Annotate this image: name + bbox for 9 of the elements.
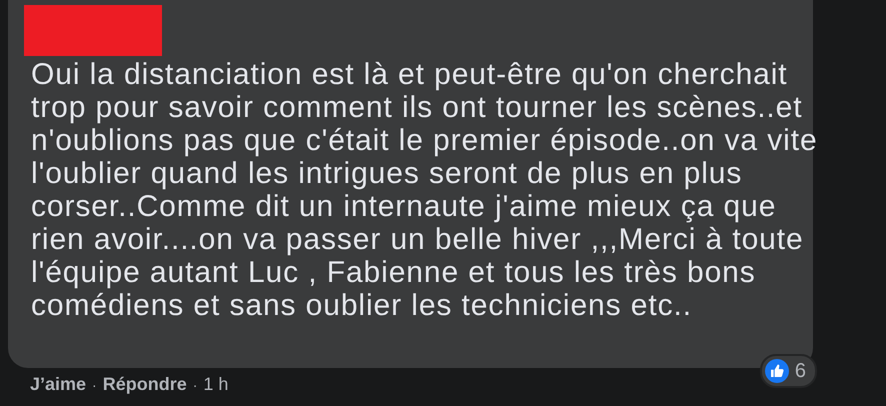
timestamp: 1 h bbox=[203, 374, 228, 395]
reaction-badge[interactable]: 6 bbox=[760, 354, 817, 388]
separator-dot: · bbox=[92, 376, 97, 392]
thumbs-up-icon bbox=[764, 359, 789, 383]
reaction-count: 6 bbox=[794, 360, 806, 382]
comment-text: Oui la distanciation est là et peut-être qu'on cherchait trop pour savoir comment ils ont tourner les scènes..et n'oublions pas que c'était le premier épisode..on va vite l'oublier quand les intrigues seront de plus en plus corser..Comme dit un internaute j'aime mieux ça que rien avoir....on va passer un belle hiver ,,,Merci à toute l'équipe autant Luc , Fabienne et tous les très bons comédiens et sans oublier les techniciens etc.. bbox=[30, 58, 813, 322]
action-link[interactable]: J’aime bbox=[30, 374, 86, 395]
action-link[interactable]: Répondre bbox=[102, 374, 187, 395]
separator-dot: · bbox=[192, 376, 198, 392]
